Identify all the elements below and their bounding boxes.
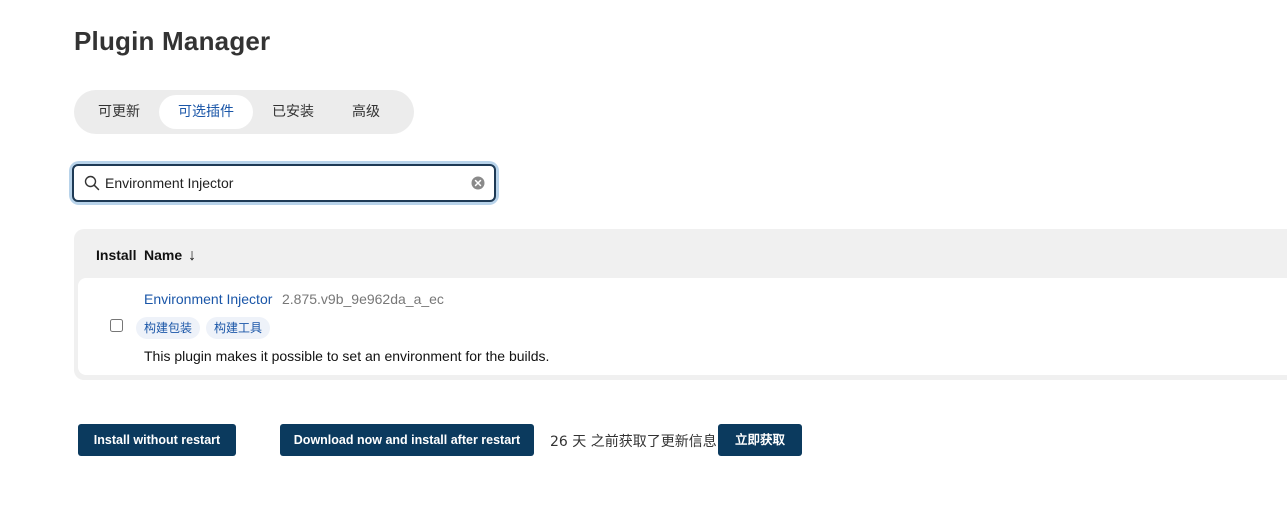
tab-advanced[interactable]: 高级	[333, 95, 399, 129]
header-name-label: Name	[144, 247, 183, 263]
plugin-description: This plugin makes it possible to set an …	[144, 348, 550, 364]
install-without-restart-button[interactable]: Install without restart	[78, 424, 236, 456]
install-checkbox[interactable]	[110, 319, 123, 332]
search-box	[72, 164, 496, 202]
tab-installed[interactable]: 已安装	[253, 95, 333, 129]
category-tag[interactable]: 构建工具	[206, 317, 271, 339]
tab-updates[interactable]: 可更新	[79, 95, 159, 129]
clear-icon[interactable]	[471, 176, 485, 190]
fetch-now-button[interactable]: 立即获取	[718, 424, 802, 456]
plugin-table: Install Name ↓ Environment Injector 2.875…	[74, 229, 1287, 380]
update-info-text: 26 天 之前获取了更新信息	[550, 434, 717, 450]
plugin-version: 2.875.v9b_9e962da_a_ec	[282, 291, 444, 307]
table-row: Environment Injector 2.875.v9b_9e962da_a…	[78, 278, 1287, 375]
search-field	[72, 164, 496, 202]
search-input[interactable]	[105, 172, 465, 194]
category-tag[interactable]: 构建包装	[136, 317, 201, 339]
sort-down-icon: ↓	[188, 247, 197, 264]
search-icon	[84, 175, 100, 191]
tab-available[interactable]: 可选插件	[159, 95, 253, 129]
tab-bar: 可更新 可选插件 已安装 高级	[74, 90, 414, 134]
plugin-name-link[interactable]: Environment Injector	[144, 291, 272, 307]
download-install-after-restart-button[interactable]: Download now and install after restart	[280, 424, 534, 456]
header-name[interactable]: Name ↓	[144, 247, 196, 265]
page-title: Plugin Manager	[74, 26, 271, 56]
header-install: Install	[96, 247, 137, 263]
